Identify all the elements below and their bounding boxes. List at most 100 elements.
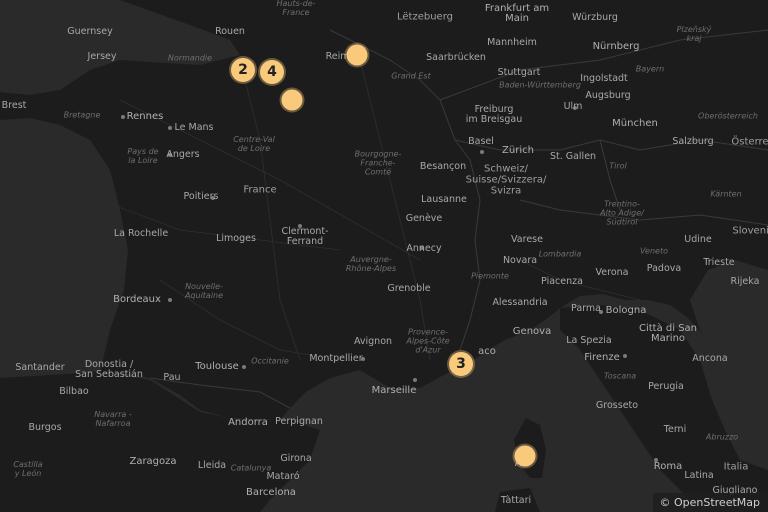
label-guernsey: Guernsey [67,26,113,37]
label-schweiz: Schweiz/ Suisse/Svizzera/ Svizra [465,163,547,197]
label-bayern: Bayern [635,64,665,74]
label-nouvelle-aquitaine: Nouvelle- Aquitaine [184,282,224,300]
label-perugia: Perugia [648,381,684,392]
map-attribution[interactable]: © OpenStreetMap [653,493,768,512]
label-novara: Novara [502,255,538,266]
label-lombardia: Lombardia [538,249,582,259]
label-andorra: Andorra [228,417,268,428]
label-udine: Udine [684,234,712,245]
label-auvergne: Auvergne- Rhône-Alpes [345,255,397,273]
label-ingolstadt: Ingolstadt [580,73,628,84]
label-italia: Italia [723,461,749,473]
label-roma: Roma [653,461,683,472]
label-barcelona: Barcelona [246,487,296,498]
label-lausanne: Lausanne [421,194,467,205]
label-st-gallen: St. Gallen [549,151,597,162]
label-saarbrucken: Saarbrücken [426,52,486,63]
label-rijeka: Rijeka [730,276,760,287]
label-basel: Basel [468,136,494,147]
label-wurzburg: Würzburg [572,12,618,23]
label-verona: Verona [595,267,629,278]
label-brest: Brest [1,100,27,111]
label-burgos: Burgos [28,422,62,433]
label-slovenija: Slovenij [732,225,768,237]
label-munchen: München [612,118,658,129]
label-avignon: Avignon [353,336,393,347]
label-latina: Latina [684,470,714,481]
label-tattari: Tàttari [500,495,532,506]
label-nurnberg: Nürnberg [592,41,640,52]
label-le-mans: Le Mans [174,122,214,133]
label-limoges: Limoges [216,233,256,244]
label-grand-est: Grand Est [391,71,431,81]
marker-reims[interactable] [346,44,368,66]
label-baden-wurttemberg: Baden-Württemberg [499,80,581,90]
label-tirol: Tirol [609,161,627,171]
label-genova: Genova [512,326,552,337]
label-rennes: Rennes [126,111,164,122]
label-freiburg: Freiburg im Breisgau [465,104,523,125]
label-karnten: Kärnten [710,189,742,199]
label-annecy: Annecy [406,243,442,254]
label-salzburg: Salzburg [672,136,714,147]
label-alessandria: Alessandria [492,297,548,308]
label-veneto: Veneto [640,246,668,256]
label-padova: Padova [646,263,682,274]
label-bordeaux: Bordeaux [113,294,161,305]
label-donostia: Donostia / San Sebastián [75,359,143,380]
label-catalunya: Catalunya [230,463,272,473]
label-la-spezia: La Spezia [566,335,612,346]
label-zaragoza: Zaragoza [129,456,177,467]
label-augsburg: Augsburg [585,90,631,101]
label-montpellier: Montpellier [309,353,363,364]
label-besancon: Besançon [419,161,467,172]
label-poitiers: Poitiers [183,191,219,202]
label-grenoble: Grenoble [387,283,431,294]
label-rouen: Rouen [215,26,245,37]
label-oberosterreich: Oberösterreich [698,111,758,121]
label-france: France [243,184,277,196]
cluster-marker-paris-east[interactable]: 4 [260,60,284,84]
label-perpignan: Perpignan [275,416,323,427]
label-clermont-ferrand: Clermont- Ferrand [281,226,329,247]
label-abruzzo: Abruzzo [705,432,739,442]
label-toulouse: Toulouse [195,361,239,372]
marker-corsica[interactable] [514,445,536,467]
label-osterreich: Österre [731,136,768,148]
marker-orleans[interactable] [281,89,303,111]
label-castilla: Castilla y León [13,460,43,478]
label-terni: Terni [663,424,687,435]
label-hauts-de-france: Hauts-de- France [276,0,316,17]
label-centre-val-de-loire: Centre-Val de Loire [233,135,275,153]
cluster-marker-nice[interactable]: 3 [449,352,473,376]
cluster-marker-paris[interactable]: 2 [231,58,255,82]
label-parma: Parma [571,303,601,314]
label-stuttgart: Stuttgart [497,67,541,78]
label-bretagne: Bretagne [63,110,101,120]
label-bologna: Bologna [605,305,647,316]
label-toscana: Toscana [603,371,637,381]
label-varese: Varese [511,234,543,245]
label-zurich: Zürich [502,145,534,156]
label-trieste: Trieste [703,257,735,268]
label-frankfurt: Frankfurt am Main [484,3,550,24]
label-lleida: Lleida [197,460,227,471]
label-luxembourg: Lëtzebuerg [397,11,453,23]
label-girona: Girona [280,453,312,464]
label-piemonte: Piemonte [471,271,509,281]
label-ancona: Ancona [692,353,728,364]
label-san-marino: Città di San Marino [638,323,698,344]
label-mataro: Mataró [266,471,300,482]
label-trentino: Trentino- Alto Adige/ Südtirol [600,199,644,227]
label-jersey: Jersey [87,51,117,62]
label-piacenza: Piacenza [541,276,583,287]
label-plzensky: Plzeňský kraj [676,25,712,43]
label-monaco: aco [478,346,496,357]
label-mannheim: Mannheim [487,37,537,48]
label-pau: Pau [163,372,181,383]
label-pays-de-la-loire: Pays de la Loire [127,147,159,165]
label-occitanie: Occitanie [251,356,289,366]
label-ulm: Ulm [563,101,583,112]
map-view[interactable]: Guernsey Jersey Rouen Normandie Hauts-de… [0,0,768,512]
label-santander: Santander [15,362,65,373]
